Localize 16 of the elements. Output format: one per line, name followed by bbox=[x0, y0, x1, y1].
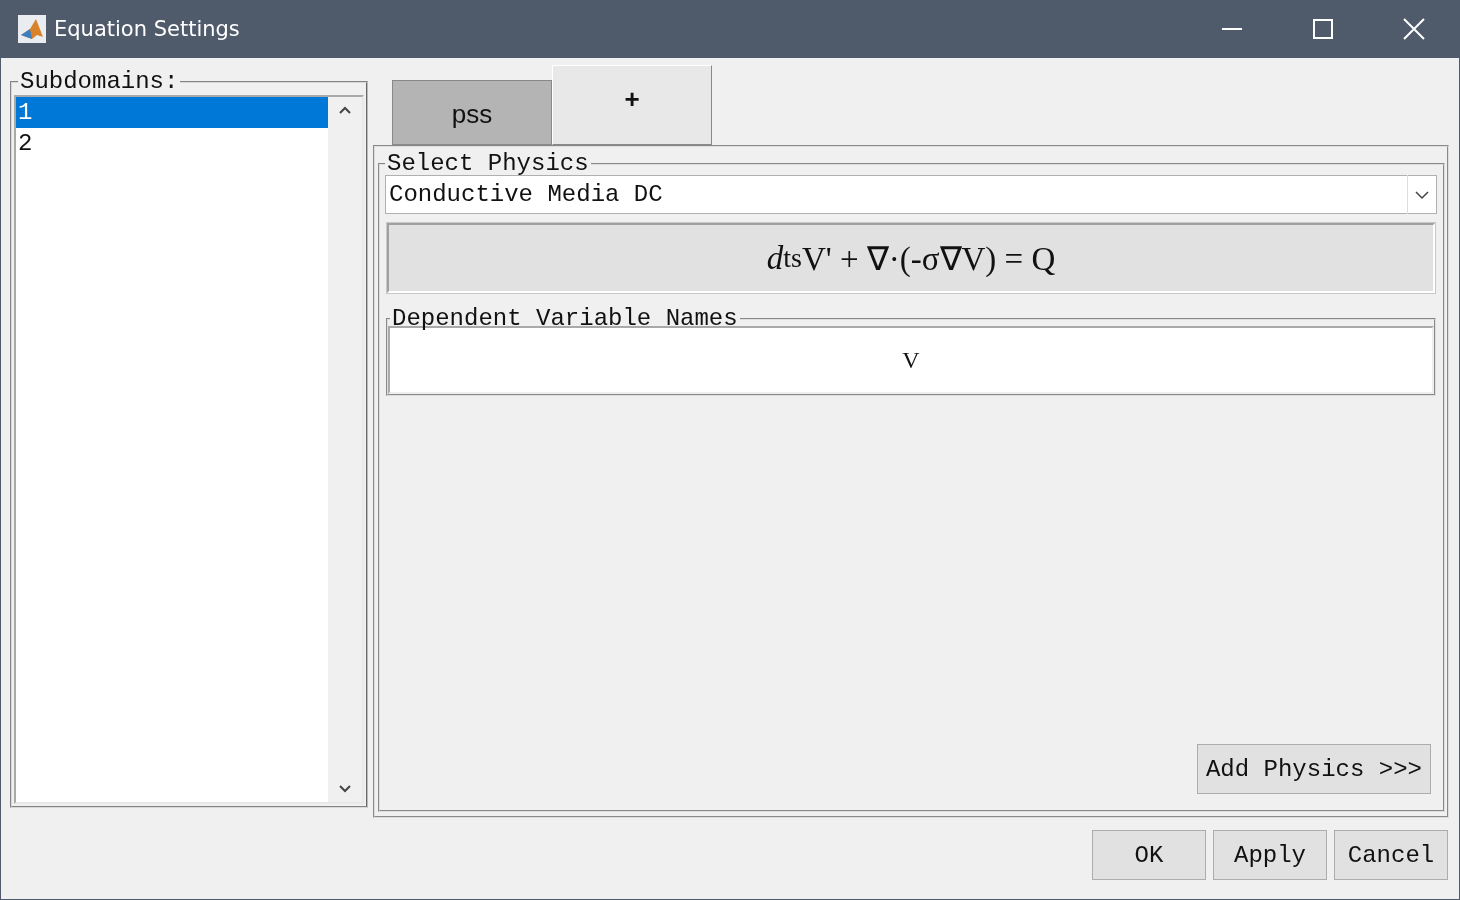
scroll-up-icon[interactable] bbox=[338, 105, 352, 115]
dialog-button[interactable]: OK bbox=[1092, 830, 1206, 880]
add-physics-button[interactable]: Add Physics >>> bbox=[1196, 744, 1431, 794]
app-logo-icon bbox=[18, 15, 46, 43]
scrollbar[interactable] bbox=[328, 97, 362, 802]
tab[interactable]: + bbox=[552, 65, 712, 145]
dialog-button[interactable]: Cancel bbox=[1334, 830, 1448, 880]
tab[interactable]: pss bbox=[392, 80, 552, 145]
dialog-button[interactable]: Apply bbox=[1213, 830, 1327, 880]
physics-dropdown[interactable]: Conductive Media DC bbox=[385, 175, 1437, 214]
window-title: Equation Settings bbox=[54, 17, 240, 41]
subdomain-item[interactable]: 1 bbox=[16, 97, 328, 128]
subdomain-item[interactable]: 2 bbox=[16, 128, 328, 159]
subdomains-label: Subdomains: bbox=[19, 68, 180, 95]
scroll-down-icon[interactable] bbox=[338, 784, 352, 794]
select-physics-label: Select Physics bbox=[386, 150, 590, 177]
